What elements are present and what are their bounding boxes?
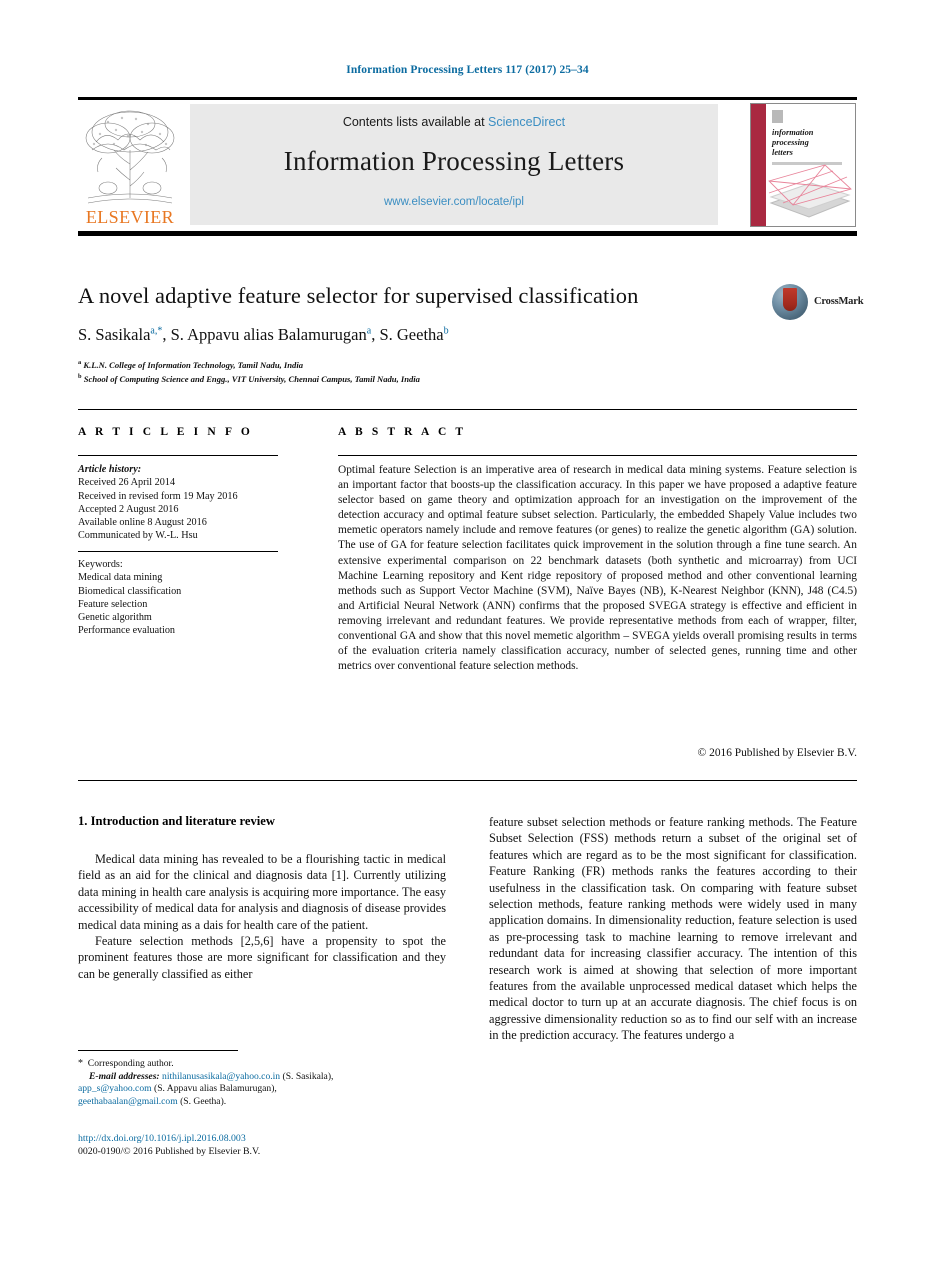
corresponding-author-text: Corresponding author. (87, 1058, 174, 1069)
author-mark: a,* (150, 325, 163, 337)
doi-block: http://dx.doi.org/10.1016/j.ipl.2016.08.… (78, 1133, 450, 1158)
elsevier-wordmark: ELSEVIER (85, 207, 175, 227)
affiliation-item: b School of Computing Science and Engg.,… (78, 371, 778, 385)
email-lines: app_s@yahoo.com (S. Appavu alias Balamur… (78, 1083, 450, 1096)
info-heading-rule (78, 455, 278, 456)
abstract-heading-rule (338, 455, 857, 456)
journal-title: Information Processing Letters (283, 146, 625, 176)
journal-cover-thumbnail: information processing letters (750, 103, 856, 227)
corresponding-author-note: * Corresponding author. (78, 1058, 450, 1071)
history-item: Received 26 April 2014 (78, 477, 176, 489)
cover-title: information processing letters (772, 128, 813, 158)
affiliation-mark: a (78, 359, 82, 366)
affiliation-text: K.L.N. College of Information Technology… (83, 359, 303, 370)
asterisk-icon: * (78, 1058, 83, 1069)
cover-stamp-icon (772, 110, 783, 123)
journal-masthead: ELSEVIER Contents lists available at Sci… (78, 98, 857, 231)
paragraph: Medical data mining has revealed to be a… (78, 852, 446, 932)
section-heading: 1. Introduction and literature review (78, 814, 275, 828)
article-history-label: Article history: (78, 464, 142, 475)
keywords-list: Keywords: Medical data mining Biomedical… (78, 558, 288, 638)
masthead-bottom-rule (78, 231, 857, 236)
email-owner: (S. Sasikala), (282, 1070, 334, 1082)
article-info-heading: A R T I C L E I N F O (78, 426, 253, 438)
author-mark: a (366, 325, 372, 337)
elsevier-logo: ELSEVIER (78, 102, 182, 228)
keywords-label: Keywords: (78, 559, 123, 570)
keyword-item: Medical data mining (78, 572, 163, 584)
affiliation-item: a K.L.N. College of Information Technolo… (78, 357, 778, 371)
abstract-heading: A B S T R A C T (338, 426, 467, 438)
keywords-rule (78, 551, 278, 552)
contents-prefix: Contents lists available at (342, 115, 489, 129)
journal-url-link[interactable]: www.elsevier.com/locate/ipl (190, 196, 718, 208)
info-top-rule (78, 409, 857, 411)
crossmark-icon (772, 284, 808, 320)
abstract-copyright: © 2016 Published by Elsevier B.V. (697, 747, 857, 759)
keyword-item: Feature selection (78, 598, 148, 610)
footnote-rule (78, 1050, 238, 1051)
email-lines: E-mail addresses: nithilanusasikala@yaho… (89, 1071, 450, 1084)
cover-title-line1: information (772, 128, 814, 137)
author-name: S. Sasikala (78, 325, 151, 344)
elsevier-tree-icon (85, 110, 175, 204)
affiliations: a K.L.N. College of Information Technolo… (78, 357, 778, 386)
email-owner: (S. Geetha). (180, 1096, 227, 1108)
history-item: Received in revised form 19 May 2016 (78, 490, 238, 502)
abstract-text: Optimal feature Selection is an imperati… (338, 464, 857, 673)
page-title: A novel adaptive feature selector for su… (78, 283, 639, 308)
cover-title-line2: processing (772, 138, 809, 147)
author-name: S. Appavu alias Balamurugan (170, 325, 367, 344)
running-head: Information Processing Letters 117 (2017… (346, 64, 589, 76)
history-item: Communicated by W.-L. Hsu (78, 530, 198, 542)
author-mark: b (443, 325, 449, 337)
email-owner: (S. Appavu alias Balamurugan), (154, 1083, 277, 1095)
crossmark-label: CrossMark (814, 296, 864, 307)
email-label: E-mail addresses: (89, 1070, 160, 1082)
paragraph: feature subset selection methods or feat… (489, 815, 857, 1043)
keyword-item: Genetic algorithm (78, 612, 152, 624)
keyword-item: Biomedical classification (78, 585, 182, 597)
email-link[interactable]: app_s@yahoo.com (78, 1083, 152, 1094)
history-item: Accepted 2 August 2016 (78, 503, 179, 515)
issn-copyright-line: 0020-0190/© 2016 Published by Elsevier B… (78, 1145, 261, 1157)
body-column-left: 1. Introduction and literature review Me… (78, 814, 446, 982)
affiliation-mark: b (78, 373, 82, 381)
body-column-right: feature subset selection methods or feat… (489, 814, 857, 1044)
article-history: Article history: Received 26 April 2014 … (78, 463, 288, 543)
doi-link[interactable]: http://dx.doi.org/10.1016/j.ipl.2016.08.… (78, 1133, 450, 1146)
cover-title-line3: letters (772, 148, 793, 157)
paragraph: Feature selection methods [2,5,6] have a… (78, 934, 446, 981)
author-name: S. Geetha (379, 325, 444, 344)
history-item: Available online 8 August 2016 (78, 517, 207, 529)
email-link[interactable]: geethabaalan@gmail.com (78, 1096, 178, 1107)
masthead-panel: Contents lists available at ScienceDirec… (190, 104, 718, 225)
paper-page: Information Processing Letters 117 (2017… (0, 0, 935, 1266)
crossmark-badge[interactable]: CrossMark (772, 284, 864, 320)
crossmark-book-shape (783, 288, 797, 311)
sciencedirect-link[interactable]: ScienceDirect (488, 115, 565, 129)
email-link[interactable]: nithilanusasikala@yahoo.co.in (162, 1071, 280, 1082)
author-list: S. Sasikalaa,*, S. Appavu alias Balamuru… (78, 325, 449, 344)
cover-graphic-icon (768, 164, 852, 218)
affiliation-text: School of Computing Science and Engg., V… (83, 374, 420, 385)
abstract-bottom-rule (78, 780, 857, 782)
footnote-block: * Corresponding author. E-mail addresses… (78, 1058, 450, 1109)
keyword-item: Performance evaluation (78, 625, 176, 637)
contents-line: Contents lists available at ScienceDirec… (190, 115, 718, 129)
email-lines: geethabaalan@gmail.com (S. Geetha). (78, 1096, 450, 1109)
